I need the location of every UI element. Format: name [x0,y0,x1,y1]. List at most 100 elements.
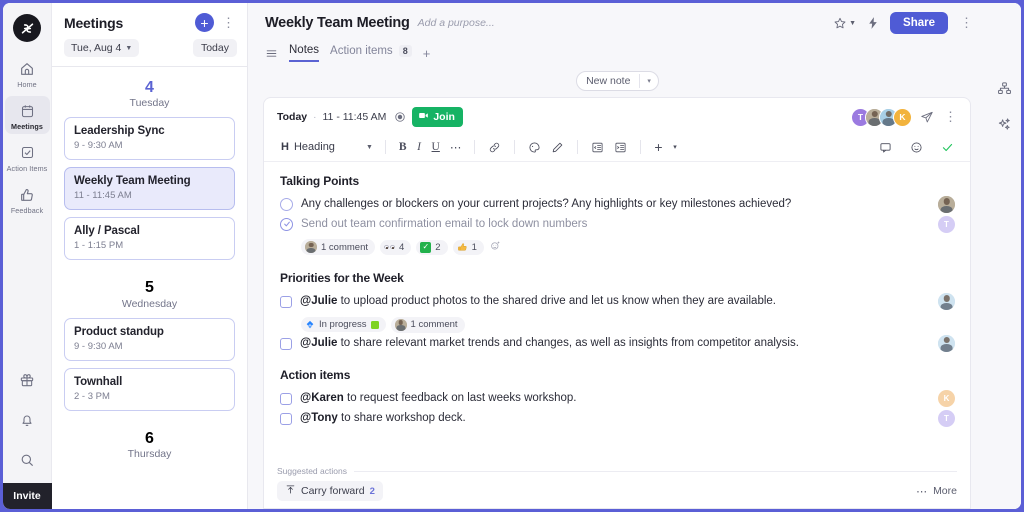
join-button[interactable]: Join [412,107,463,127]
meetings-panel: Meetings + ⋮ Tue, Aug 4 ▼ Today 4 Tuesday… [52,3,248,509]
meetings-list[interactable]: 4 Tuesday Leadership Sync 9 - 9:30 AM Weekly… [52,67,247,509]
participant-avatars[interactable]: TK [851,107,912,127]
checkbox-checked-icon[interactable] [280,217,293,231]
note-date-label: Today [277,111,308,123]
toolbar-divider [577,140,579,154]
sidebar-item-meetings[interactable]: Meetings [4,96,50,134]
reaction-chip-row: 1 comment 4 ✓ 2 1 [277,235,957,257]
note-list-item[interactable]: @Karen to request feedback on last weeks… [277,390,957,410]
bold-button[interactable]: B [394,139,412,155]
insert-caret-icon[interactable]: ▾ [668,141,683,153]
avatar[interactable] [938,293,955,311]
note-list-item[interactable]: @Julie to upload product photos to the s… [277,293,957,313]
checkbox-empty-icon[interactable] [280,412,292,425]
avatar [394,318,407,331]
italic-button[interactable]: I [412,139,427,155]
avatar[interactable] [938,334,955,352]
sidebar-item-feedback[interactable]: Feedback [5,180,50,218]
day-number: 6 [145,429,154,447]
note-item-text: @Julie to upload product photos to the s… [300,295,776,308]
add-meeting-button[interactable]: + [195,13,214,32]
avatar[interactable]: T [938,215,955,233]
reaction-chip[interactable]: 4 [380,239,412,255]
tab-notes[interactable]: Notes [289,44,320,62]
list-view-icon[interactable] [265,47,278,60]
note-kebab-icon[interactable]: ⋮ [942,109,959,125]
org-chart-icon[interactable] [997,81,1012,96]
star-button[interactable]: ▼ [833,16,856,30]
invite-button[interactable]: Invite [3,483,52,509]
checkbox-icon [20,143,35,162]
thumbs-up-emoji-icon [457,242,468,253]
status-chip[interactable]: In progress [301,317,386,333]
video-camera-icon [418,110,429,124]
gift-icon[interactable] [10,363,44,397]
comment-icon[interactable] [874,139,897,156]
note-list-item[interactable]: Any challenges or blockers on your curre… [277,196,957,216]
tab-action-items[interactable]: Action items 8 [330,45,412,61]
note-separator: · [313,111,317,123]
today-button[interactable]: Today [192,39,237,57]
checkbox-empty-icon[interactable] [280,296,292,309]
note-time-label: 11 - 11:45 AM [322,111,387,123]
meeting-card[interactable]: Townhall 2 - 3 PM [64,367,235,411]
chip-label: 1 comment [321,241,368,253]
pen-icon[interactable] [546,139,569,156]
reaction-chip[interactable]: 1 [452,239,484,255]
outdent-icon[interactable] [586,139,609,156]
checkbox-empty-icon[interactable] [280,393,292,406]
comment-chip[interactable]: 1 comment [390,316,465,333]
share-button[interactable]: Share [890,12,948,34]
checkbox-empty-icon[interactable] [280,337,292,350]
chevron-down-icon[interactable]: ▾ [639,74,658,88]
note-body[interactable]: Talking Points Any challenges or blockers… [264,162,970,509]
day-number: 4 [145,79,154,96]
more-suggested-button[interactable]: ⋯ More [916,485,957,498]
suggested-actions-bar: Suggested actions Carry forward 2 ⋯ More [263,462,971,509]
send-icon[interactable] [920,110,934,124]
insert-button[interactable]: + [649,137,667,157]
avatar[interactable]: K [893,107,912,127]
section-title: Talking Points [280,174,360,188]
sidebar-item-home[interactable]: Home [5,54,50,92]
emoji-icon[interactable] [905,139,928,156]
meetings-kebab-icon[interactable]: ⋮ [220,15,237,31]
avatar[interactable]: T [938,409,955,427]
more-format-button[interactable]: ⋯ [445,138,467,156]
check-icon[interactable] [936,139,959,156]
add-reaction-icon[interactable] [489,240,501,254]
meeting-card[interactable]: Weekly Team Meeting 11 - 11:45 AM [64,167,235,211]
avatar[interactable] [938,196,955,213]
sidebar-item-action-items[interactable]: Action Items [5,138,50,176]
search-icon[interactable] [10,443,44,477]
meeting-card[interactable]: Ally / Pascal 1 - 1:15 PM [64,217,235,261]
new-note-button[interactable]: New note ▾ [576,71,659,91]
link-icon[interactable] [483,139,506,156]
app-logo[interactable] [13,14,41,42]
bell-icon[interactable] [10,403,44,437]
date-selector[interactable]: Tue, Aug 4 ▼ [64,39,140,57]
meeting-name: Townhall [74,375,123,388]
palette-icon[interactable] [523,139,546,156]
reaction-chip[interactable]: ✓ 2 [416,239,448,255]
record-icon[interactable] [394,111,406,123]
calendar-icon [20,101,35,120]
indent-icon[interactable] [609,139,632,156]
purpose-input[interactable]: Add a purpose... [418,17,495,29]
sparkles-icon[interactable] [997,117,1012,132]
avatar[interactable]: K [938,390,955,408]
meeting-card[interactable]: Leadership Sync 9 - 9:30 AM [64,117,235,161]
jira-icon [305,320,315,330]
add-tab-button[interactable]: + [423,46,431,61]
note-list-item[interactable]: @Tony to share workshop deck. T [277,409,957,430]
underline-button[interactable]: U [427,139,445,155]
header-kebab-icon[interactable]: ⋮ [958,15,975,31]
comment-chip[interactable]: 1 comment [301,239,375,256]
note-list-item[interactable]: Send out team confirmation email to lock… [277,215,957,236]
meeting-card[interactable]: Product standup 9 - 9:30 AM [64,317,235,361]
note-list-item[interactable]: @Julie to share relevant market trends a… [277,334,957,355]
checkbox-empty-icon[interactable] [280,198,293,211]
carry-forward-button[interactable]: Carry forward 2 [277,481,383,501]
lightning-bolt-button[interactable] [866,16,880,30]
text-style-dropdown[interactable]: H Heading ▼ [277,139,377,155]
